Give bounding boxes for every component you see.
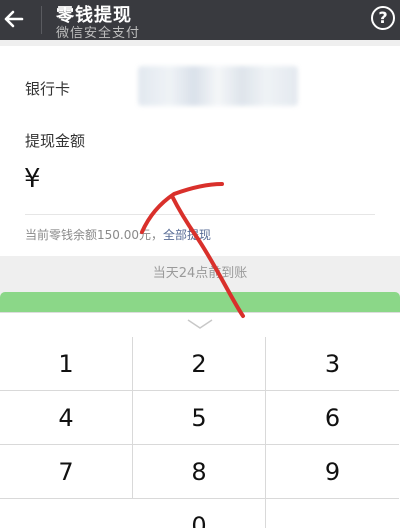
key-9[interactable]: 9 — [266, 445, 399, 499]
back-arrow-icon[interactable] — [2, 4, 26, 34]
key-6[interactable]: 6 — [266, 391, 399, 445]
balance-text: 当前零钱余额150.00元， — [25, 228, 163, 242]
bank-card-label: 银行卡 — [25, 80, 71, 98]
arrival-time-text: 当天24点前到账 — [152, 266, 248, 281]
currency-symbol: ¥ — [24, 164, 41, 194]
key-8[interactable]: 8 — [133, 445, 266, 499]
key-2[interactable]: 2 — [133, 337, 266, 391]
balance-info: 当前零钱余额150.00元，全部提现 — [25, 226, 211, 243]
title-divider — [41, 6, 42, 34]
amount-label: 提现金额 — [25, 132, 86, 150]
title-bar: 零钱提现 微信安全支付 ? — [0, 0, 400, 41]
key-3[interactable]: 3 — [266, 337, 399, 391]
amount-input-underline[interactable] — [25, 214, 375, 215]
key-0[interactable]: 0 — [133, 499, 266, 528]
key-5[interactable]: 5 — [133, 391, 266, 445]
withdraw-form: 银行卡 提现金额 ¥ 当前零钱余额150.00元，全部提现 — [0, 46, 400, 256]
help-icon[interactable]: ? — [371, 6, 395, 30]
page-subtitle: 微信安全支付 — [56, 26, 141, 41]
confirm-withdraw-button[interactable] — [0, 292, 400, 312]
withdraw-all-link[interactable]: 全部提现 — [163, 228, 211, 242]
key-7[interactable]: 7 — [0, 445, 133, 499]
key-1[interactable]: 1 — [0, 337, 133, 391]
watermark-logo — [324, 502, 394, 524]
bank-card-selector[interactable] — [138, 66, 298, 106]
key-4[interactable]: 4 — [0, 391, 133, 445]
chevron-down-icon[interactable] — [185, 317, 215, 331]
numeric-keypad: 1 2 3 4 5 6 7 8 9 0 — [0, 312, 400, 528]
